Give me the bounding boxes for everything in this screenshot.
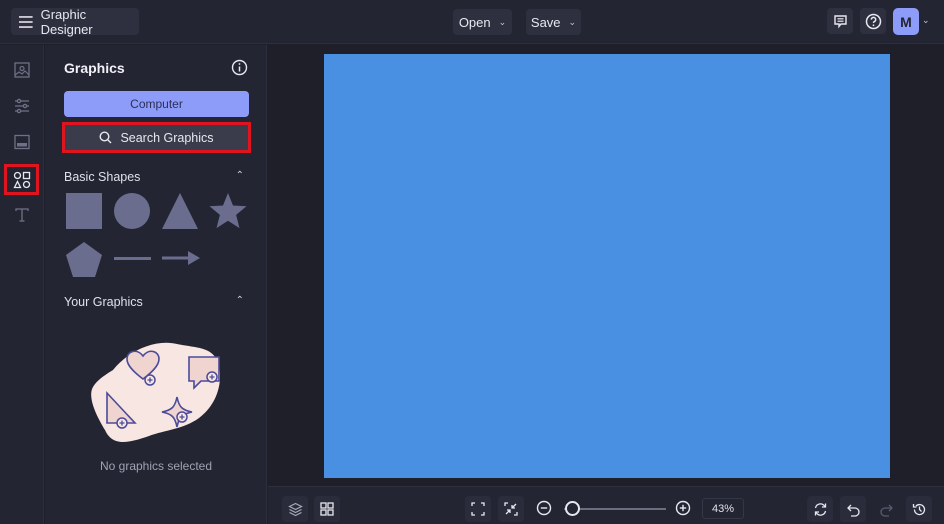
chevron-up-icon: ⌃ xyxy=(235,170,244,181)
rotate-button[interactable] xyxy=(807,496,833,522)
tool-rail xyxy=(0,45,44,524)
basic-shapes-header[interactable]: Basic Shapes ⌃ xyxy=(64,170,244,184)
fit-screen-button[interactable] xyxy=(465,496,491,522)
help-icon xyxy=(865,13,881,29)
basic-shapes-label: Basic Shapes xyxy=(64,170,141,184)
grid-icon xyxy=(320,502,334,516)
undo-button[interactable] xyxy=(840,496,866,522)
shape-star[interactable] xyxy=(209,193,247,229)
workspace xyxy=(268,45,944,486)
layers-button[interactable] xyxy=(282,496,308,522)
image-icon xyxy=(14,62,30,78)
save-label: Save xyxy=(530,14,561,30)
sliders-icon xyxy=(15,98,29,114)
info-icon[interactable] xyxy=(231,59,248,76)
layers-icon xyxy=(287,502,303,516)
rail-item-adjustments[interactable] xyxy=(6,91,38,121)
search-icon xyxy=(99,131,112,144)
rail-item-graphics[interactable] xyxy=(4,164,39,195)
graphics-panel: Graphics Computer Search Graphics Basic … xyxy=(45,45,267,524)
rail-item-text[interactable] xyxy=(6,200,38,230)
menu-icon xyxy=(19,15,33,28)
shape-pentagon[interactable] xyxy=(66,242,102,277)
history-button[interactable] xyxy=(906,496,932,522)
your-graphics-header[interactable]: Your Graphics ⌃ xyxy=(64,295,244,309)
app-menu-button[interactable]: Graphic Designer xyxy=(11,6,139,37)
rotate-icon xyxy=(814,502,826,516)
feedback-icon xyxy=(833,14,847,28)
rail-item-layout[interactable] xyxy=(6,127,38,157)
panel-title: Graphics xyxy=(64,60,125,76)
open-label: Open xyxy=(458,14,491,30)
redo-icon xyxy=(879,504,893,517)
shrink-button[interactable] xyxy=(498,496,524,522)
shapes-icon xyxy=(12,171,30,188)
shrink-icon xyxy=(504,502,518,516)
design-canvas[interactable] xyxy=(324,54,890,478)
shape-circle[interactable] xyxy=(114,193,150,229)
grid-view-button[interactable] xyxy=(314,496,340,522)
chevron-up-icon: ⌃ xyxy=(235,295,244,306)
text-icon xyxy=(15,208,29,222)
search-graphics-button[interactable]: Search Graphics xyxy=(62,122,251,153)
open-button[interactable]: Open ⌄ xyxy=(453,9,512,35)
avatar[interactable]: M xyxy=(893,8,919,35)
shape-square[interactable] xyxy=(66,193,102,229)
history-icon xyxy=(912,503,925,515)
shape-triangle[interactable] xyxy=(162,193,198,229)
your-graphics-label: Your Graphics xyxy=(64,295,143,309)
fit-screen-icon xyxy=(471,502,485,516)
chevron-down-icon[interactable]: ⌄ xyxy=(922,15,930,26)
zoom-out-icon[interactable] xyxy=(536,500,552,516)
chevron-down-icon: ⌄ xyxy=(498,16,507,27)
undo-icon xyxy=(846,504,860,517)
help-button[interactable] xyxy=(860,8,886,34)
top-bar: Graphic Designer Open ⌄ Save ⌄ M ⌄ xyxy=(0,0,944,44)
save-button[interactable]: Save ⌄ xyxy=(526,9,581,35)
redo-button[interactable] xyxy=(873,496,899,522)
layout-icon xyxy=(14,134,30,150)
feedback-button[interactable] xyxy=(827,8,853,34)
zoom-percentage[interactable]: 43% xyxy=(702,498,744,519)
app-title: Graphic Designer xyxy=(40,6,93,37)
bottom-toolbar: 43% xyxy=(268,486,944,524)
shape-line[interactable] xyxy=(114,257,151,261)
empty-graphics-text: No graphics selected xyxy=(99,459,213,473)
chevron-down-icon: ⌄ xyxy=(568,16,577,27)
computer-upload-button[interactable]: Computer xyxy=(64,91,249,117)
zoom-slider-thumb[interactable] xyxy=(565,501,580,516)
rail-item-images[interactable] xyxy=(6,55,38,85)
shape-arrow[interactable] xyxy=(162,251,200,265)
search-graphics-label: Search Graphics xyxy=(120,130,214,145)
empty-graphics-illustration xyxy=(91,342,221,442)
zoom-in-icon[interactable] xyxy=(675,500,691,516)
